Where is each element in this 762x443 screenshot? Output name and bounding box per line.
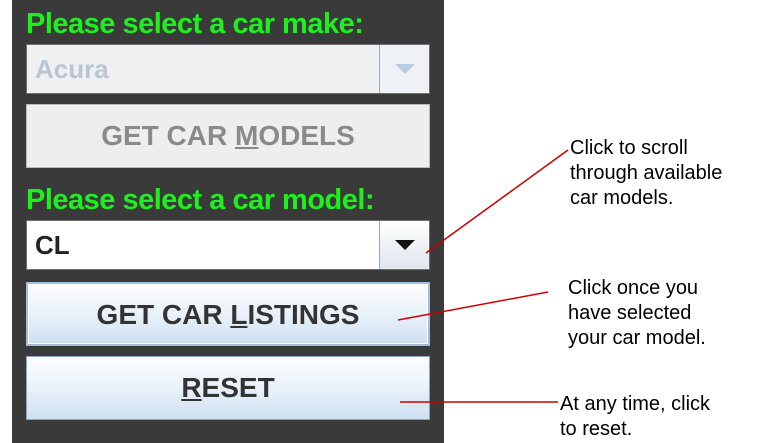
callout-line-scroll: [425, 149, 569, 254]
callout-lines: [397, 149, 569, 403]
callout-line-listings: [397, 291, 549, 321]
scroll-annotation: Click to scroll through available car mo…: [570, 137, 723, 209]
reset-annotation: At any time, click to reset.: [560, 393, 711, 440]
listings-annotation: Click once you have selected your car mo…: [568, 277, 706, 349]
